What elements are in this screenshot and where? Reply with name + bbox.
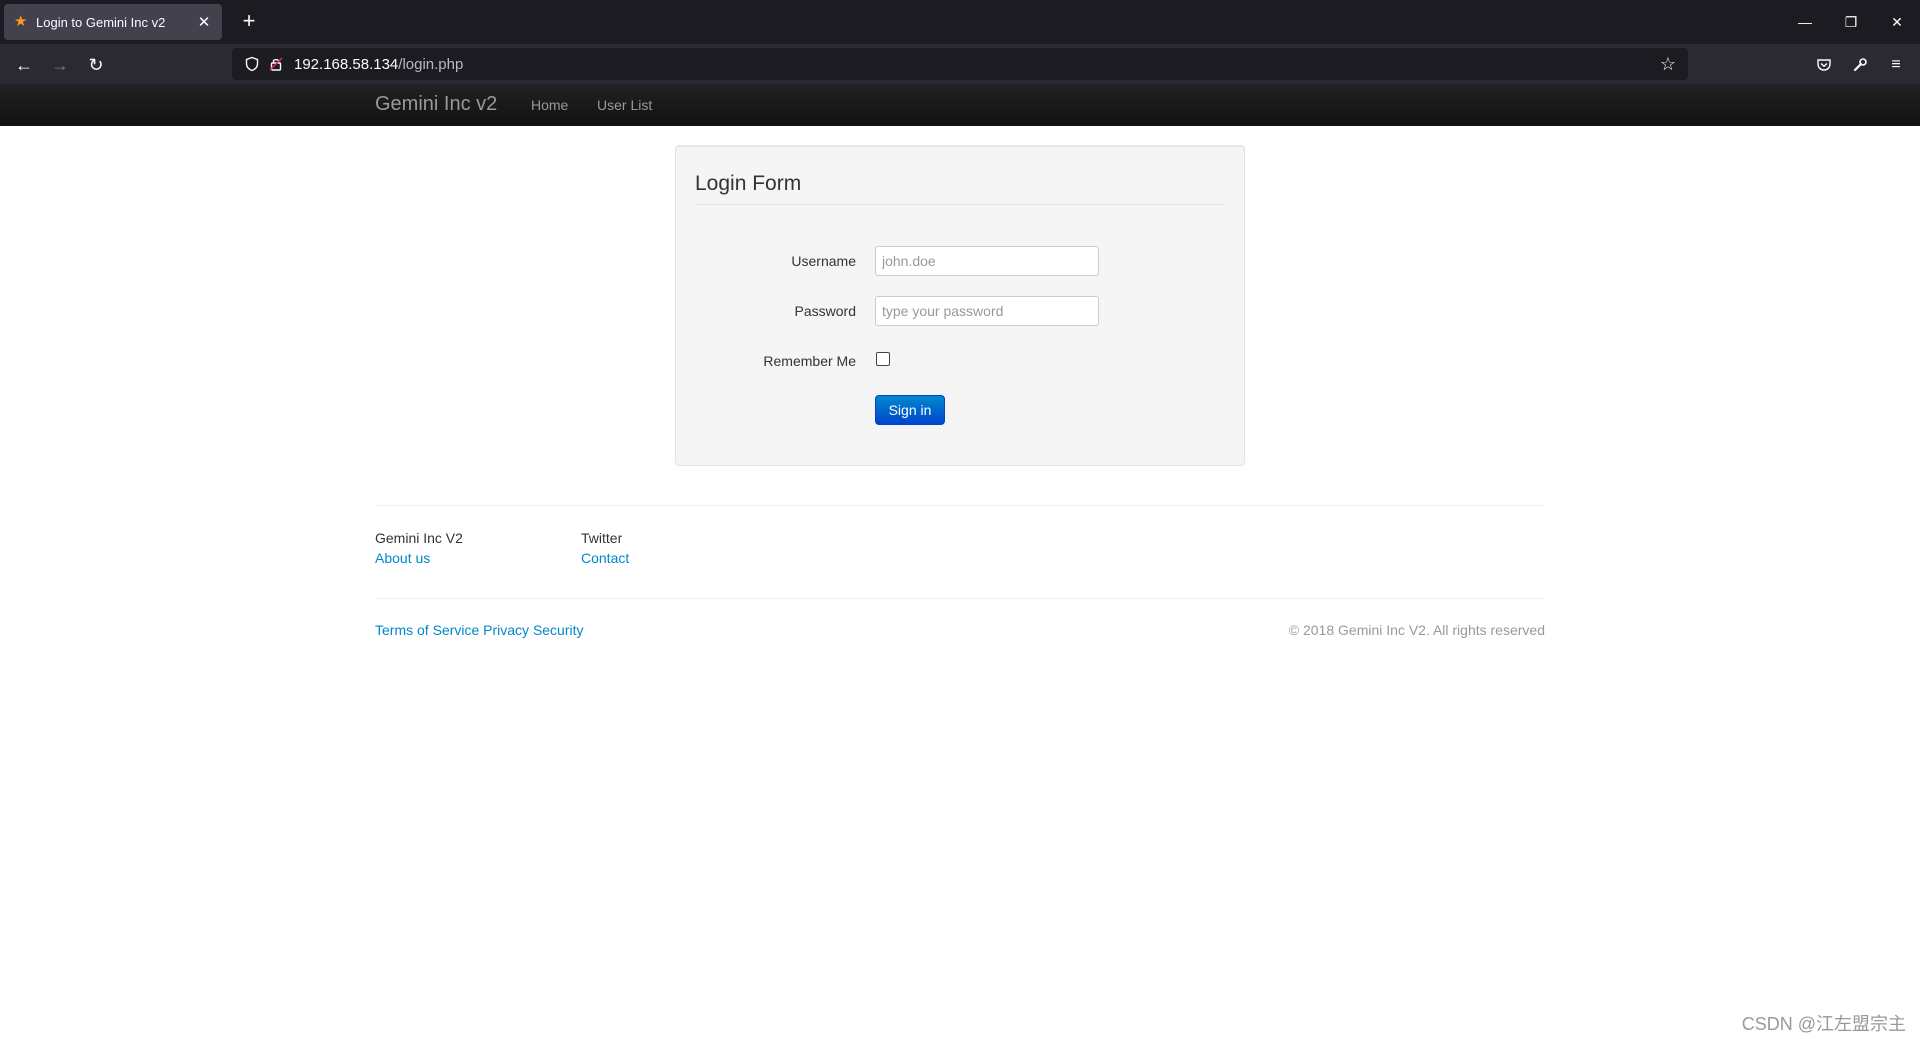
privacy-link[interactable]: Privacy [483, 622, 529, 638]
menu-icon[interactable]: ≡ [1883, 52, 1909, 78]
bookmark-star-icon[interactable]: ☆ [1658, 54, 1678, 74]
new-tab-icon[interactable]: + [236, 9, 262, 35]
browser-tab[interactable]: ★ Login to Gemini Inc v2 ✕ [4, 4, 222, 40]
minimize-icon[interactable]: — [1782, 0, 1828, 44]
password-label: Password [794, 303, 856, 319]
contact-link[interactable]: Contact [581, 550, 629, 566]
login-form-title: Login Form [695, 172, 1225, 205]
lock-icon[interactable] [268, 56, 284, 72]
forward-icon[interactable]: → [47, 52, 73, 78]
remember-me-checkbox[interactable] [876, 352, 890, 366]
watermark-text: CSDN @江左盟宗主 [1741, 1014, 1906, 1034]
restore-icon[interactable]: ❐ [1828, 0, 1874, 44]
window-close-icon[interactable]: ✕ [1874, 0, 1920, 44]
security-link[interactable]: Security [533, 622, 584, 638]
tab-title: Login to Gemini Inc v2 [36, 14, 166, 30]
reload-icon[interactable]: ↻ [83, 52, 109, 78]
footer-divider [375, 505, 1545, 506]
remember-me-label: Remember Me [763, 353, 856, 369]
username-input[interactable] [875, 246, 1099, 276]
login-form: Login Form Username Password Remember Me… [675, 145, 1245, 466]
nav-user-list-link[interactable]: User List [597, 97, 652, 113]
wrench-icon[interactable] [1847, 52, 1873, 78]
footer-divider-2 [375, 598, 1545, 599]
back-icon[interactable]: ← [11, 52, 37, 78]
brand-link[interactable]: Gemini Inc v2 [375, 93, 497, 116]
site-navbar: Gemini Inc v2 Home User List [0, 84, 1920, 126]
username-label: Username [791, 253, 856, 269]
footer-twitter-title: Twitter [581, 530, 623, 546]
url-bar[interactable]: 192.168.58.134/login.php ☆ [232, 48, 1688, 80]
tab-close-icon[interactable]: ✕ [196, 13, 212, 31]
browser-toolbar: ← → ↻ 192.168.58.134/login.php ☆ ≡ [0, 44, 1920, 84]
pocket-icon[interactable] [1811, 52, 1837, 78]
nav-home-link[interactable]: Home [531, 97, 568, 113]
footer-legal-links: Terms of Service Privacy Security [375, 622, 584, 638]
copyright-text: © 2018 Gemini Inc V2. All rights reserve… [1288, 622, 1545, 638]
footer-company-title: Gemini Inc V2 [375, 530, 463, 546]
shield-icon[interactable] [244, 56, 260, 72]
url-path: /login.php [398, 56, 464, 73]
url-text[interactable]: 192.168.58.134/login.php [294, 56, 463, 73]
sign-in-button[interactable]: Sign in [875, 395, 945, 425]
terms-link[interactable]: Terms of Service [375, 622, 479, 638]
browser-titlebar: ★ Login to Gemini Inc v2 ✕ + — ❐ ✕ [0, 0, 1920, 44]
password-input[interactable] [875, 296, 1099, 326]
about-us-link[interactable]: About us [375, 550, 430, 566]
url-host: 192.168.58.134 [294, 56, 399, 73]
star-favicon-icon: ★ [14, 13, 28, 30]
